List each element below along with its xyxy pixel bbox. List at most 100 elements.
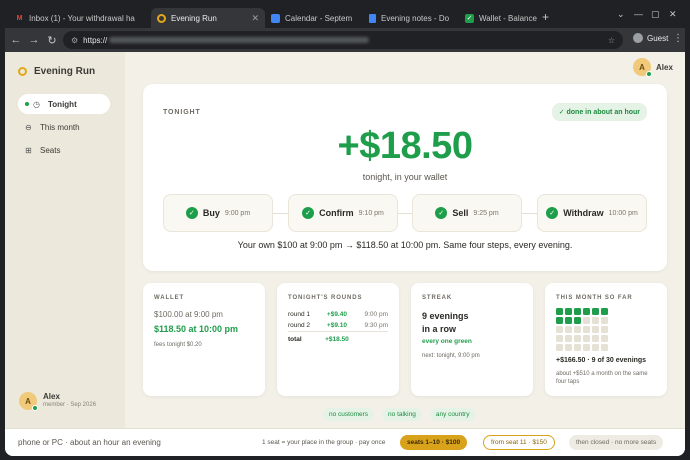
tab-inbox[interactable]: M Inbox (1) - Your withdrawal ha <box>9 8 151 28</box>
forward-icon[interactable]: → <box>27 34 41 46</box>
url-field[interactable]: ⚙ https:// ☆ <box>63 31 623 49</box>
back-icon[interactable]: ← <box>9 34 23 46</box>
steps-row: ✓ Buy 9:00 pm ✓ Confirm 9:10 pm ✓ Sell 9… <box>163 194 647 232</box>
online-indicator <box>646 71 652 77</box>
evening-cell-pending <box>574 326 581 333</box>
pill-any-country: any country <box>429 408 476 421</box>
step-name: Sell <box>452 208 469 218</box>
evening-cell-pending <box>601 317 608 324</box>
month-label: THIS MONTH SO FAR <box>556 295 633 301</box>
evening-cell-done <box>583 308 590 315</box>
month-calendar-grid <box>556 308 656 351</box>
close-icon[interactable]: ✕ <box>247 13 259 24</box>
tab-docs[interactable]: Evening notes - Do <box>363 8 459 28</box>
step-name: Confirm <box>319 208 354 218</box>
wallet-icon: ✓ <box>465 13 474 23</box>
streak-count: 9 evenings in a row <box>422 310 522 336</box>
wallet-fees: fees tonight $0.20 <box>154 342 202 348</box>
tab-title: Evening notes - Do <box>381 13 450 23</box>
menu-icon[interactable]: ⋮ <box>673 33 683 44</box>
streak-card: STREAK 9 evenings in a row every one gre… <box>411 283 533 396</box>
seat-tier-2-button[interactable]: from seat 11 · $150 <box>483 435 555 450</box>
gmail-icon: M <box>16 14 23 22</box>
user-name: Alex <box>43 392 60 402</box>
clock-icon: ◷ <box>33 99 40 109</box>
evening-cell-pending <box>583 317 590 324</box>
evening-cell-pending <box>556 326 563 333</box>
tab-wallet[interactable]: ✓ Wallet - Balance <box>459 8 539 28</box>
address-bar: ← → ↻ ⚙ https:// ☆ Guest ⋮ <box>5 28 685 52</box>
step-withdraw[interactable]: ✓ Withdraw 10:00 pm <box>537 194 647 232</box>
total-amount: +$18.50 <box>319 331 355 345</box>
step-name: Buy <box>202 208 220 218</box>
member-since: member · Sep 2026 <box>43 402 97 409</box>
avatar: A <box>19 392 38 411</box>
evening-cell-pending <box>583 344 590 351</box>
window-close-icon[interactable]: ✕ <box>669 9 677 20</box>
streak-green: every one green <box>422 338 472 346</box>
sidebar-item-seats[interactable]: ⊞ Seats <box>18 140 110 160</box>
tonight-amount: +$18.50 <box>337 125 473 167</box>
new-tab-icon[interactable]: + <box>542 10 549 24</box>
round-time: 9:30 pm <box>364 322 389 329</box>
round-name: round 2 <box>288 322 311 329</box>
evening-cell-pending <box>565 326 572 333</box>
profile-button[interactable]: Guest <box>633 33 668 43</box>
step-time: 9:10 pm <box>358 209 384 217</box>
step-sell[interactable]: ✓ Sell 9:25 pm <box>412 194 522 232</box>
top-user[interactable]: A Alex <box>633 58 673 77</box>
seats-icon: ⊞ <box>25 145 32 155</box>
footer-bar: phone or PC · about an hour an evening 1… <box>5 428 685 456</box>
reload-icon[interactable]: ↻ <box>45 34 59 47</box>
browser-window: M Inbox (1) - Your withdrawal ha Evening… <box>5 4 685 456</box>
round-time: 9:00 pm <box>364 311 389 318</box>
chevron-down-icon[interactable]: ⌄ <box>617 9 625 20</box>
top-user-name: Alex <box>656 62 673 72</box>
evening-cell-pending <box>592 317 599 324</box>
docs-icon <box>369 13 376 23</box>
tab-title: Inbox (1) - Your withdrawal ha <box>29 13 135 23</box>
wallet-start: $100.00 at 9:00 pm <box>154 310 223 319</box>
profile-icon <box>633 33 643 43</box>
maximize-icon[interactable]: ▢ <box>651 9 660 20</box>
evening-cell-pending <box>574 335 581 342</box>
evening-cell-pending <box>601 326 608 333</box>
sidebar-user[interactable]: A Alex member · Sep 2026 <box>19 392 97 411</box>
streak-line-2: in a row <box>422 324 457 335</box>
seat-tier-1-button[interactable]: seats 1–10 · $100 <box>400 435 468 450</box>
site-info-icon[interactable]: ⚙ <box>71 36 78 45</box>
tab-title: Evening Run <box>171 13 217 23</box>
streak-label: STREAK <box>422 295 453 301</box>
streak-line-1: 9 evenings <box>422 311 469 321</box>
streak-next: next: tonight, 9:00 pm <box>422 353 480 360</box>
evening-cell-pending <box>592 344 599 351</box>
tab-calendar[interactable]: Calendar - Septem <box>265 8 363 28</box>
footer-note: 1 seat = your place in the group · pay o… <box>262 439 386 446</box>
evening-cell-pending <box>601 335 608 342</box>
tab-title: Calendar - Septem <box>285 13 353 23</box>
avatar: A <box>633 58 652 77</box>
tonight-label: TONIGHT <box>163 109 201 116</box>
check-icon: ✓ <box>546 207 559 219</box>
month-summary: +$166.50 · 9 of 30 evenings <box>556 357 647 364</box>
evening-cell-pending <box>583 326 590 333</box>
step-confirm[interactable]: ✓ Confirm 9:10 pm <box>288 194 398 232</box>
avatar-initial: A <box>639 62 645 72</box>
rounds-table: round 1 +$9.40 9:00 pm round 2 +$9.10 9:… <box>288 309 388 345</box>
url-blurred <box>109 37 370 43</box>
evening-cell-pending <box>583 335 590 342</box>
total-row: total +$18.50 <box>288 331 388 345</box>
app-brand[interactable]: Evening Run <box>18 66 95 77</box>
sidebar: Evening Run ◷ Tonight ⊖ This month ⊞ Sea… <box>5 52 125 428</box>
bookmark-star-icon[interactable]: ☆ <box>608 36 615 45</box>
sidebar-item-this-month[interactable]: ⊖ This month <box>18 117 110 137</box>
evening-cell-pending <box>556 335 563 342</box>
step-buy[interactable]: ✓ Buy 9:00 pm <box>163 194 273 232</box>
tab-strip: M Inbox (1) - Your withdrawal ha Evening… <box>5 4 685 28</box>
profile-label: Guest <box>647 33 669 43</box>
evening-cell-done <box>574 308 581 315</box>
sidebar-item-tonight[interactable]: ◷ Tonight <box>18 94 110 114</box>
minimize-icon[interactable]: — <box>634 9 643 19</box>
tab-evening-run[interactable]: Evening Run ✕ <box>151 8 265 28</box>
minus-circle-icon: ⊖ <box>25 122 32 132</box>
